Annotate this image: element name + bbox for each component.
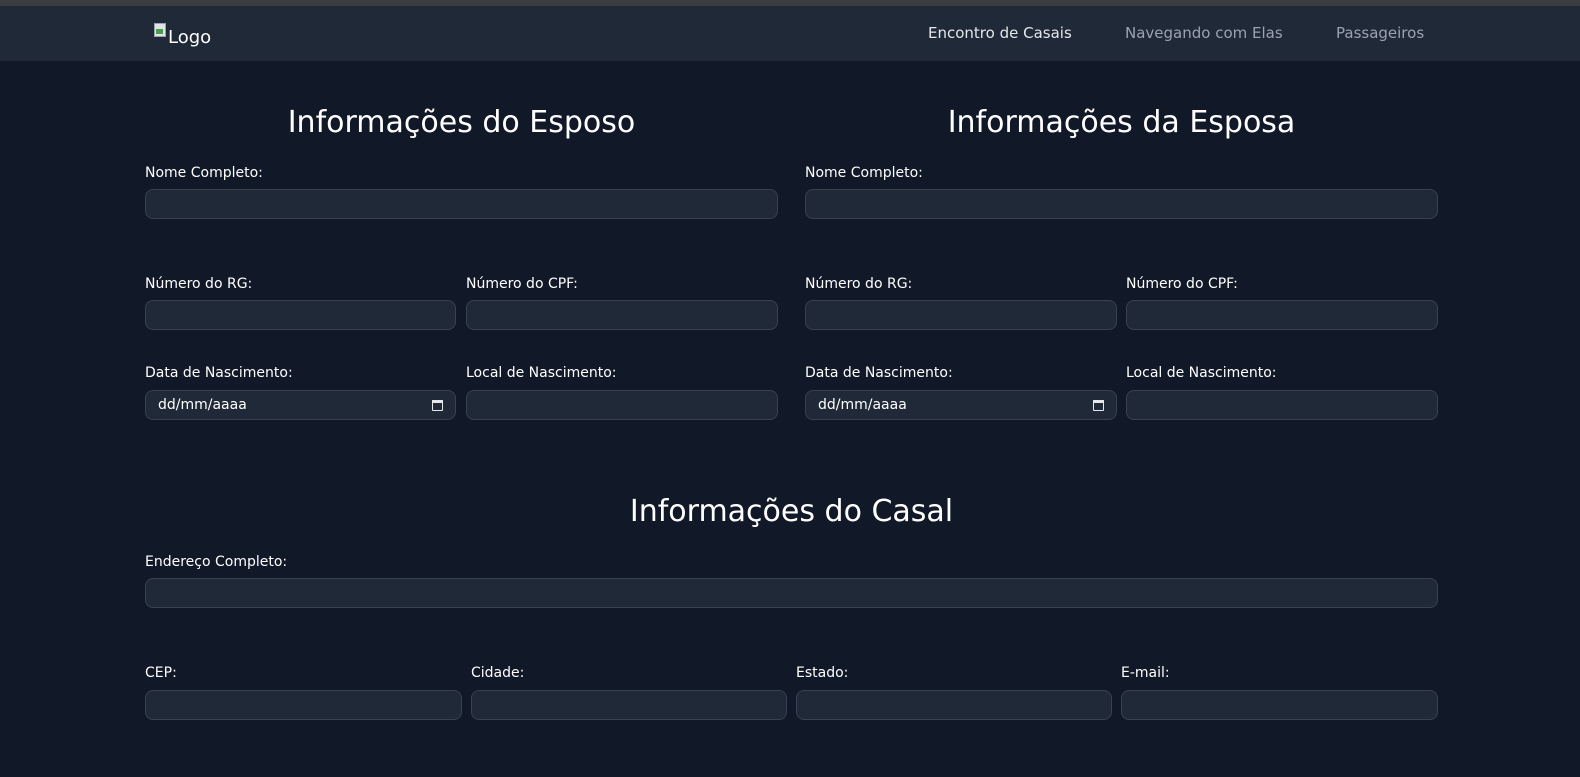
wife-cpf-input[interactable] xyxy=(1126,300,1438,330)
husband-full-name-input[interactable] xyxy=(145,189,778,219)
state-label: Estado: xyxy=(796,665,849,681)
wife-cpf-label: Número do CPF: xyxy=(1126,276,1238,292)
city-label: Cidade: xyxy=(471,665,525,681)
nav-link-encontro-de-casais[interactable]: Encontro de Casais xyxy=(928,24,1072,42)
husband-birth-date-input[interactable]: dd/mm/aaaa xyxy=(145,390,456,420)
wife-birth-date-label: Data de Nascimento: xyxy=(805,365,953,381)
husband-cpf-input[interactable] xyxy=(466,300,778,330)
husband-birth-place-input[interactable] xyxy=(466,390,778,420)
husband-birth-date-placeholder: dd/mm/aaaa xyxy=(158,397,247,413)
husband-rg-input[interactable] xyxy=(145,300,456,330)
nav-link-passageiros[interactable]: Passageiros xyxy=(1336,24,1424,42)
husband-rg-label: Número do RG: xyxy=(145,276,253,292)
email-input[interactable] xyxy=(1121,690,1438,720)
couple-section-title: Informações do Casal xyxy=(629,494,954,529)
calendar-icon[interactable] xyxy=(432,399,443,411)
cep-label: CEP: xyxy=(145,665,177,681)
nav-link-navegando-com-elas[interactable]: Navegando com Elas xyxy=(1125,24,1283,42)
wife-section-title: Informações da Esposa xyxy=(947,105,1296,140)
wife-birth-date-placeholder: dd/mm/aaaa xyxy=(818,397,907,413)
city-input[interactable] xyxy=(471,690,787,720)
wife-birth-date-input[interactable]: dd/mm/aaaa xyxy=(805,390,1117,420)
wife-full-name-label: Nome Completo: xyxy=(805,165,923,181)
husband-birth-date-label: Data de Nascimento: xyxy=(145,365,293,381)
wife-full-name-input[interactable] xyxy=(805,189,1438,219)
calendar-icon[interactable] xyxy=(1093,399,1104,411)
wife-rg-input[interactable] xyxy=(805,300,1117,330)
email-label: E-mail: xyxy=(1121,665,1170,681)
husband-birth-place-label: Local de Nascimento: xyxy=(466,365,617,381)
husband-full-name-label: Nome Completo: xyxy=(145,165,263,181)
cep-input[interactable] xyxy=(145,690,462,720)
nav-links: Encontro de Casais Navegando com Elas Pa… xyxy=(0,24,1580,44)
wife-birth-place-input[interactable] xyxy=(1126,390,1438,420)
address-input[interactable] xyxy=(145,578,1438,608)
husband-cpf-label: Número do CPF: xyxy=(466,276,578,292)
wife-rg-label: Número do RG: xyxy=(805,276,913,292)
state-input[interactable] xyxy=(796,690,1112,720)
wife-birth-place-label: Local de Nascimento: xyxy=(1126,365,1277,381)
husband-section-title: Informações do Esposo xyxy=(287,105,636,140)
address-label: Endereço Completo: xyxy=(145,554,288,570)
